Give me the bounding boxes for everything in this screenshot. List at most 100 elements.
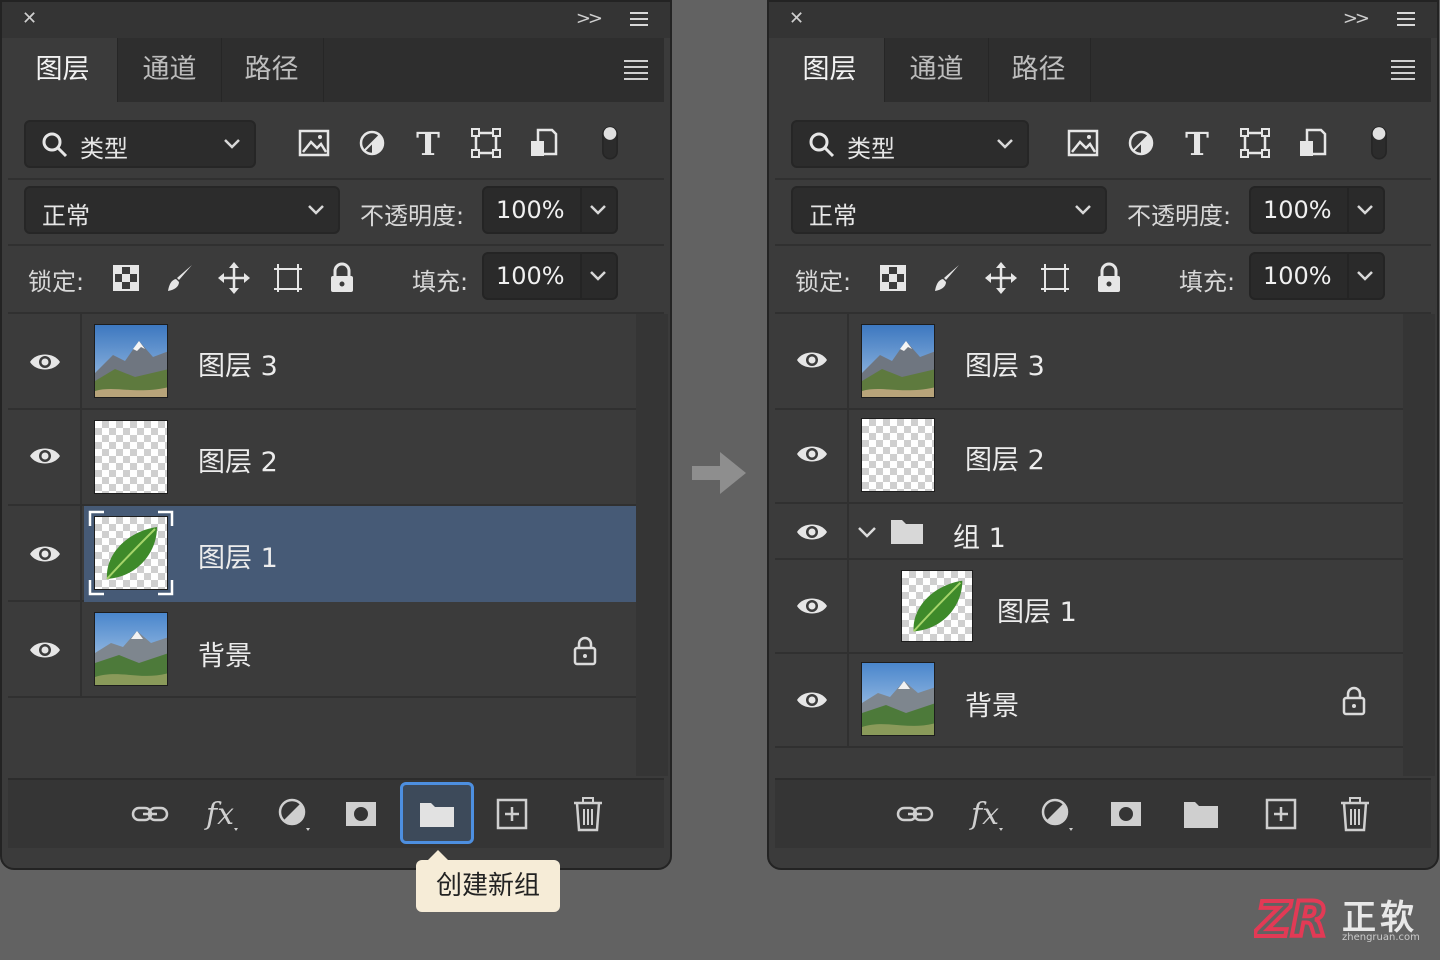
panel-menu-icon[interactable] [630, 12, 648, 28]
layer-row[interactable]: 背景 [8, 602, 636, 698]
fill-field[interactable]: 100% [1249, 252, 1385, 300]
visibility-toggle[interactable] [775, 410, 849, 502]
layer-row[interactable]: 图层 2 [8, 410, 636, 506]
tab-channels[interactable]: 通道 [118, 38, 222, 102]
link-icon[interactable] [130, 794, 170, 834]
lock-all-icon[interactable] [1091, 260, 1127, 296]
eye-icon[interactable] [795, 520, 829, 544]
layer-row[interactable]: 背景 [775, 654, 1403, 748]
eye-icon[interactable] [28, 350, 62, 374]
layer-row[interactable]: 图层 3 [8, 314, 636, 410]
trash-icon[interactable] [568, 794, 608, 834]
close-icon[interactable]: ✕ [22, 8, 37, 29]
mask-icon[interactable] [1107, 794, 1147, 834]
mask-icon[interactable] [342, 794, 382, 834]
lock-position-icon[interactable] [983, 260, 1019, 296]
close-icon[interactable]: ✕ [789, 8, 804, 29]
layer-row[interactable]: 图层 2 [775, 410, 1403, 504]
folder-icon[interactable] [1181, 794, 1221, 834]
eye-icon[interactable] [795, 442, 829, 466]
eye-icon[interactable] [795, 348, 829, 372]
kind-filter-select[interactable]: 类型 [791, 120, 1029, 168]
new-group-button[interactable] [400, 782, 474, 844]
group-row[interactable]: 组 1 [775, 504, 1403, 560]
eye-icon[interactable] [28, 444, 62, 468]
collapse-icon[interactable]: >> [1343, 8, 1370, 29]
eye-icon[interactable] [28, 542, 62, 566]
new-layer-icon[interactable] [1261, 794, 1301, 834]
adjustment-filter-icon[interactable] [1123, 124, 1159, 162]
visibility-toggle[interactable] [8, 506, 82, 600]
type-filter-icon[interactable]: T [1179, 124, 1215, 162]
fx-icon[interactable]: fx [967, 794, 1007, 834]
group-name[interactable]: 组 1 [953, 516, 1006, 555]
eye-icon[interactable] [795, 594, 829, 618]
shape-filter-icon[interactable] [468, 124, 504, 162]
lock-artboard-icon[interactable] [270, 260, 306, 296]
opacity-field[interactable]: 100% [482, 186, 618, 234]
eye-icon[interactable] [28, 638, 62, 662]
lock-transparent-pixels-icon[interactable] [875, 260, 911, 296]
visibility-toggle[interactable] [775, 314, 849, 408]
chevron-down-icon[interactable] [586, 262, 610, 290]
visibility-toggle[interactable] [775, 504, 849, 558]
opacity-field[interactable]: 100% [1249, 186, 1385, 234]
tab-paths[interactable]: 路径 [220, 38, 324, 102]
filter-toggle-icon[interactable] [592, 124, 628, 162]
lock-image-pixels-icon[interactable] [162, 260, 198, 296]
layer-row-selected[interactable]: 图层 1 [8, 506, 636, 602]
tab-layers[interactable]: 图层 [775, 38, 885, 102]
adjustment-icon[interactable] [274, 794, 314, 834]
visibility-toggle[interactable] [8, 314, 82, 408]
visibility-toggle[interactable] [8, 410, 82, 504]
layer-name[interactable]: 背景 [198, 634, 252, 673]
tab-paths[interactable]: 路径 [987, 38, 1091, 102]
type-filter-icon[interactable]: T [410, 124, 446, 162]
fill-field[interactable]: 100% [482, 252, 618, 300]
adjustment-icon[interactable] [1037, 794, 1077, 834]
filter-toggle-icon[interactable] [1361, 124, 1397, 162]
smart-object-filter-icon[interactable] [526, 124, 562, 162]
lock-position-icon[interactable] [216, 260, 252, 296]
flyout-menu-icon[interactable] [624, 60, 648, 84]
tab-channels[interactable]: 通道 [885, 38, 989, 102]
new-layer-icon[interactable] [492, 794, 532, 834]
blend-mode-select[interactable]: 正常 [24, 186, 340, 234]
layer-row[interactable]: 图层 1 [775, 560, 1403, 654]
smart-object-filter-icon[interactable] [1295, 124, 1331, 162]
adjustment-filter-icon[interactable] [354, 124, 390, 162]
kind-filter-select[interactable]: 类型 [24, 120, 256, 168]
eye-icon[interactable] [795, 688, 829, 712]
visibility-toggle[interactable] [8, 602, 82, 696]
collapse-icon[interactable]: >> [576, 8, 603, 29]
layer-name[interactable]: 背景 [965, 684, 1019, 723]
trash-icon[interactable] [1335, 794, 1375, 834]
layer-name[interactable]: 图层 1 [997, 590, 1077, 629]
blend-mode-select[interactable]: 正常 [791, 186, 1107, 234]
link-icon[interactable] [895, 794, 935, 834]
visibility-toggle[interactable] [775, 654, 849, 746]
pixel-filter-icon[interactable] [296, 124, 332, 162]
tab-layers[interactable]: 图层 [8, 38, 118, 102]
chevron-down-icon[interactable] [1353, 262, 1377, 290]
lock-artboard-icon[interactable] [1037, 260, 1073, 296]
layer-name[interactable]: 图层 3 [965, 344, 1045, 383]
layer-row[interactable]: 图层 3 [775, 314, 1403, 410]
scrollbar[interactable] [1403, 314, 1435, 776]
layer-name[interactable]: 图层 2 [965, 438, 1045, 477]
chevron-down-icon[interactable] [1353, 196, 1377, 224]
flyout-menu-icon[interactable] [1391, 60, 1415, 84]
panel-menu-icon[interactable] [1397, 12, 1415, 28]
chevron-down-icon[interactable] [586, 196, 610, 224]
fx-icon[interactable]: fx [202, 794, 242, 834]
scrollbar[interactable] [636, 314, 668, 776]
lock-image-pixels-icon[interactable] [929, 260, 965, 296]
shape-filter-icon[interactable] [1237, 124, 1273, 162]
chevron-down-icon[interactable] [855, 520, 879, 544]
layer-name[interactable]: 图层 2 [198, 440, 278, 479]
pixel-filter-icon[interactable] [1065, 124, 1101, 162]
lock-all-icon[interactable] [324, 260, 360, 296]
lock-transparent-pixels-icon[interactable] [108, 260, 144, 296]
layer-name[interactable]: 图层 1 [198, 536, 278, 575]
layer-name[interactable]: 图层 3 [198, 344, 278, 383]
